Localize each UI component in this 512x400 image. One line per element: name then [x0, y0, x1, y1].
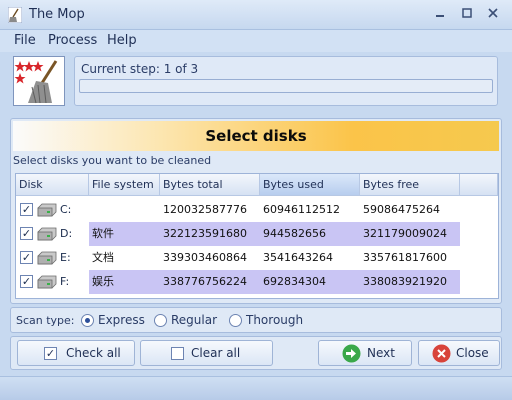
close-button[interactable]: Close: [418, 340, 500, 366]
bytes-free-cell: 321179009024: [360, 222, 460, 246]
minimize-icon: [436, 15, 444, 17]
minimize-button[interactable]: [430, 6, 450, 24]
menu-bar: File Process Help: [0, 30, 512, 52]
disk-checkbox[interactable]: ✓: [20, 227, 33, 240]
step-panel: Current step: 1 of 3: [74, 56, 498, 106]
disk-name: F:: [60, 275, 70, 288]
clear-all-label: Clear all: [191, 346, 241, 360]
bytes-used-cell: 692834304: [260, 270, 360, 294]
close-circle-icon: [432, 344, 451, 363]
bytes-used-cell: 60946112512: [263, 203, 340, 216]
bytes-total-cell: 339303460864: [163, 251, 247, 264]
disk-table: Disk File system Bytes total Bytes used …: [15, 173, 499, 299]
restore-icon: [462, 8, 472, 18]
hard-drive-icon: [37, 203, 57, 217]
window-title: The Mop: [29, 7, 85, 22]
disk-selection-panel: Select disks Select disks you want to be…: [10, 118, 502, 304]
bytes-free-cell: 59086475264: [363, 203, 440, 216]
file-system-cell: [89, 198, 160, 222]
disk-name: C:: [60, 203, 72, 216]
hard-drive-icon: [37, 275, 57, 289]
bytes-used-cell: 944582656: [260, 222, 360, 246]
close-label: Close: [456, 346, 489, 360]
clear-all-button[interactable]: Clear all: [140, 340, 273, 366]
column-header-file-system[interactable]: File system: [89, 174, 160, 196]
restore-button[interactable]: [457, 6, 477, 24]
next-label: Next: [367, 346, 395, 360]
status-bar: [0, 376, 512, 400]
disk-checkbox[interactable]: ✓: [20, 275, 33, 288]
next-button[interactable]: Next: [318, 340, 412, 366]
title-bar: The Mop: [0, 0, 512, 30]
step-progress-bar: [79, 79, 493, 93]
bytes-free-cell: 335761817600: [363, 251, 447, 264]
scan-type-panel: Scan type: Express Regular Thorough: [10, 307, 502, 333]
arrow-right-icon: [342, 344, 361, 363]
scan-type-label: Scan type:: [16, 314, 75, 327]
hard-drive-icon: [37, 227, 57, 241]
hard-drive-icon: [37, 251, 57, 265]
bytes-total-cell: 322123591680: [160, 222, 260, 246]
column-header-bytes-total[interactable]: Bytes total: [160, 174, 260, 196]
bytes-total-cell: 120032587776: [163, 203, 247, 216]
current-step-label: Current step: 1 of 3: [81, 62, 199, 76]
file-system-cell: 软件: [89, 222, 160, 246]
check-all-button[interactable]: ✓ Check all: [17, 340, 135, 366]
checked-box-icon: ✓: [44, 347, 57, 360]
table-row[interactable]: ✓ C: 120032587776 60946112512 5908647526…: [16, 198, 498, 222]
table-row[interactable]: ✓ D: 软件 322123591680 944582656 321179009…: [16, 222, 498, 246]
table-row[interactable]: ✓ E: 文档 339303460864 3541643264 33576181…: [16, 246, 498, 270]
close-window-button[interactable]: [483, 6, 503, 24]
disk-name: D:: [60, 227, 73, 240]
disk-checkbox[interactable]: ✓: [20, 251, 33, 264]
section-instruction: Select disks you want to be cleaned: [13, 154, 212, 167]
scan-express-radio[interactable]: [81, 314, 94, 327]
bytes-used-cell: 3541643264: [263, 251, 333, 264]
mop-app-icon: [8, 7, 22, 23]
column-header-bytes-free[interactable]: Bytes free: [360, 174, 460, 196]
section-heading: Select disks: [205, 127, 307, 145]
disk-checkbox[interactable]: ✓: [20, 203, 33, 216]
scan-thorough-label[interactable]: Thorough: [246, 313, 303, 327]
app-logo: [13, 56, 65, 106]
scan-regular-label[interactable]: Regular: [171, 313, 217, 327]
section-banner: Select disks: [13, 121, 499, 151]
scan-thorough-radio[interactable]: [229, 314, 242, 327]
bytes-total-cell: 338776756224: [160, 270, 260, 294]
menu-file[interactable]: File: [14, 33, 36, 48]
file-system-cell: 文档: [92, 251, 114, 264]
column-header-filler: [460, 174, 498, 196]
mop-logo-icon: [14, 60, 58, 104]
menu-process[interactable]: Process: [48, 33, 97, 48]
check-all-label: Check all: [66, 346, 121, 360]
button-panel: ✓ Check all Clear all Next Close: [10, 336, 502, 370]
file-system-cell: 娱乐: [89, 270, 160, 294]
empty-box-icon: [171, 347, 184, 360]
scan-express-label[interactable]: Express: [98, 313, 145, 327]
menu-help[interactable]: Help: [107, 33, 137, 48]
column-header-disk[interactable]: Disk: [16, 174, 89, 196]
bytes-free-cell: 338083921920: [360, 270, 460, 294]
column-header-bytes-used[interactable]: Bytes used: [260, 174, 360, 196]
table-row[interactable]: ✓ F: 娱乐 338776756224 692834304 338083921…: [16, 270, 498, 294]
scan-regular-radio[interactable]: [154, 314, 167, 327]
disk-name: E:: [60, 251, 71, 264]
close-icon: [488, 8, 498, 18]
